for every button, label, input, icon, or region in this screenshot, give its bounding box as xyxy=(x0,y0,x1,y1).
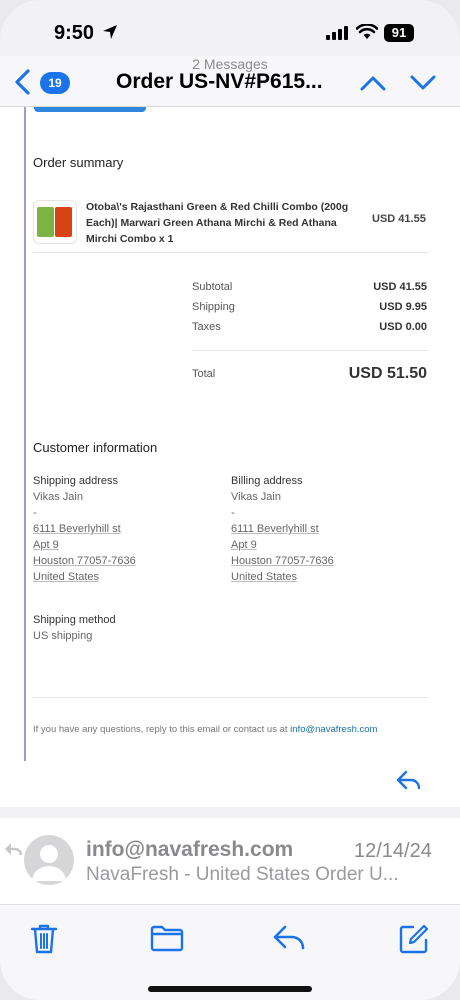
location-arrow-icon xyxy=(102,24,118,45)
divider xyxy=(33,697,428,698)
shipping-method: Shipping method US shipping xyxy=(33,612,116,644)
wifi-icon xyxy=(355,23,379,45)
footer-message: If you have any questions, reply to this… xyxy=(33,724,291,735)
email-body: Order summary Otoba\'s Rajasthani Green … xyxy=(0,107,460,807)
address-line: - xyxy=(33,507,37,519)
up-chevron-icon[interactable] xyxy=(360,74,386,97)
address-line[interactable]: United States xyxy=(33,569,136,585)
phone-screen: 9:50 91 2 Messages 19 Order US-NV#P615..… xyxy=(0,0,460,1000)
signal-icon xyxy=(326,26,348,45)
product-name: Otoba\'s Rajasthani Green & Red Chilli C… xyxy=(86,201,349,245)
address-line[interactable]: 6111 Beverlyhill st xyxy=(231,521,334,537)
address-line: Vikas Jain xyxy=(231,491,281,503)
address-line[interactable]: United States xyxy=(231,569,334,585)
battery-icon: 91 xyxy=(384,24,414,42)
shipping-value: USD 9.95 xyxy=(379,301,427,313)
message-date: 12/14/24 xyxy=(354,840,432,862)
billing-address: Billing address Vikas Jain - 6111 Beverl… xyxy=(231,473,334,585)
shipping-address-title: Shipping address xyxy=(33,475,119,487)
shipping-method-value: US shipping xyxy=(33,630,93,642)
status-time: 9:50 xyxy=(54,22,95,44)
shipping-method-title: Shipping method xyxy=(33,614,116,626)
subtotal-value: USD 41.55 xyxy=(373,281,427,293)
taxes-value: USD 0.00 xyxy=(379,321,427,333)
divider xyxy=(192,350,428,351)
taxes-label: Taxes xyxy=(192,321,221,333)
shipping-label: Shipping xyxy=(192,301,235,313)
address-line[interactable]: 6111 Beverlyhill st xyxy=(33,521,136,537)
home-indicator[interactable] xyxy=(148,986,312,992)
address-line[interactable]: Houston 77057-7636 xyxy=(33,553,136,569)
message-header: 2 Messages 19 Order US-NV#P615... xyxy=(0,56,460,107)
total-label: Total xyxy=(192,368,216,380)
trash-icon[interactable] xyxy=(30,923,58,960)
page-title: Order US-NV#P615... xyxy=(116,70,323,93)
down-chevron-icon[interactable] xyxy=(410,74,436,97)
contact-email-link[interactable]: info@navafresh.com xyxy=(290,724,377,735)
address-line[interactable]: Apt 9 xyxy=(33,537,136,553)
sender: info@navafresh.com xyxy=(86,838,294,861)
message-preview: NavaFresh - United States Order U... xyxy=(86,864,399,885)
status-bar: 9:50 91 xyxy=(0,0,460,60)
product-image xyxy=(33,200,77,244)
quote-bar xyxy=(24,107,26,761)
footer-text: If you have any questions, reply to this… xyxy=(33,724,377,735)
address-line: Vikas Jain xyxy=(33,491,83,503)
view-order-button[interactable] xyxy=(34,107,146,112)
address-line[interactable]: Houston 77057-7636 xyxy=(231,553,334,569)
back-count-badge[interactable]: 19 xyxy=(40,72,70,94)
back-chevron-icon[interactable] xyxy=(12,68,32,101)
replied-icon xyxy=(4,842,23,863)
address-line[interactable]: Apt 9 xyxy=(231,537,334,553)
reply-icon[interactable] xyxy=(396,769,422,796)
divider xyxy=(33,252,428,253)
message-list-item[interactable]: info@navafresh.com 12/14/24 NavaFresh - … xyxy=(0,818,460,904)
total-value: USD 51.50 xyxy=(348,365,427,382)
shipping-address: Shipping address Vikas Jain - 6111 Bever… xyxy=(33,473,136,585)
compose-icon[interactable] xyxy=(398,923,430,960)
avatar xyxy=(24,835,74,885)
product-price: USD 41.55 xyxy=(372,213,426,225)
folder-icon[interactable] xyxy=(150,923,184,958)
order-summary-title: Order summary xyxy=(33,155,124,170)
reply-icon[interactable] xyxy=(272,923,306,958)
address-line: - xyxy=(231,507,235,519)
billing-address-title: Billing address xyxy=(231,475,303,487)
subtotal-label: Subtotal xyxy=(192,281,233,293)
customer-info-title: Customer information xyxy=(33,440,158,455)
